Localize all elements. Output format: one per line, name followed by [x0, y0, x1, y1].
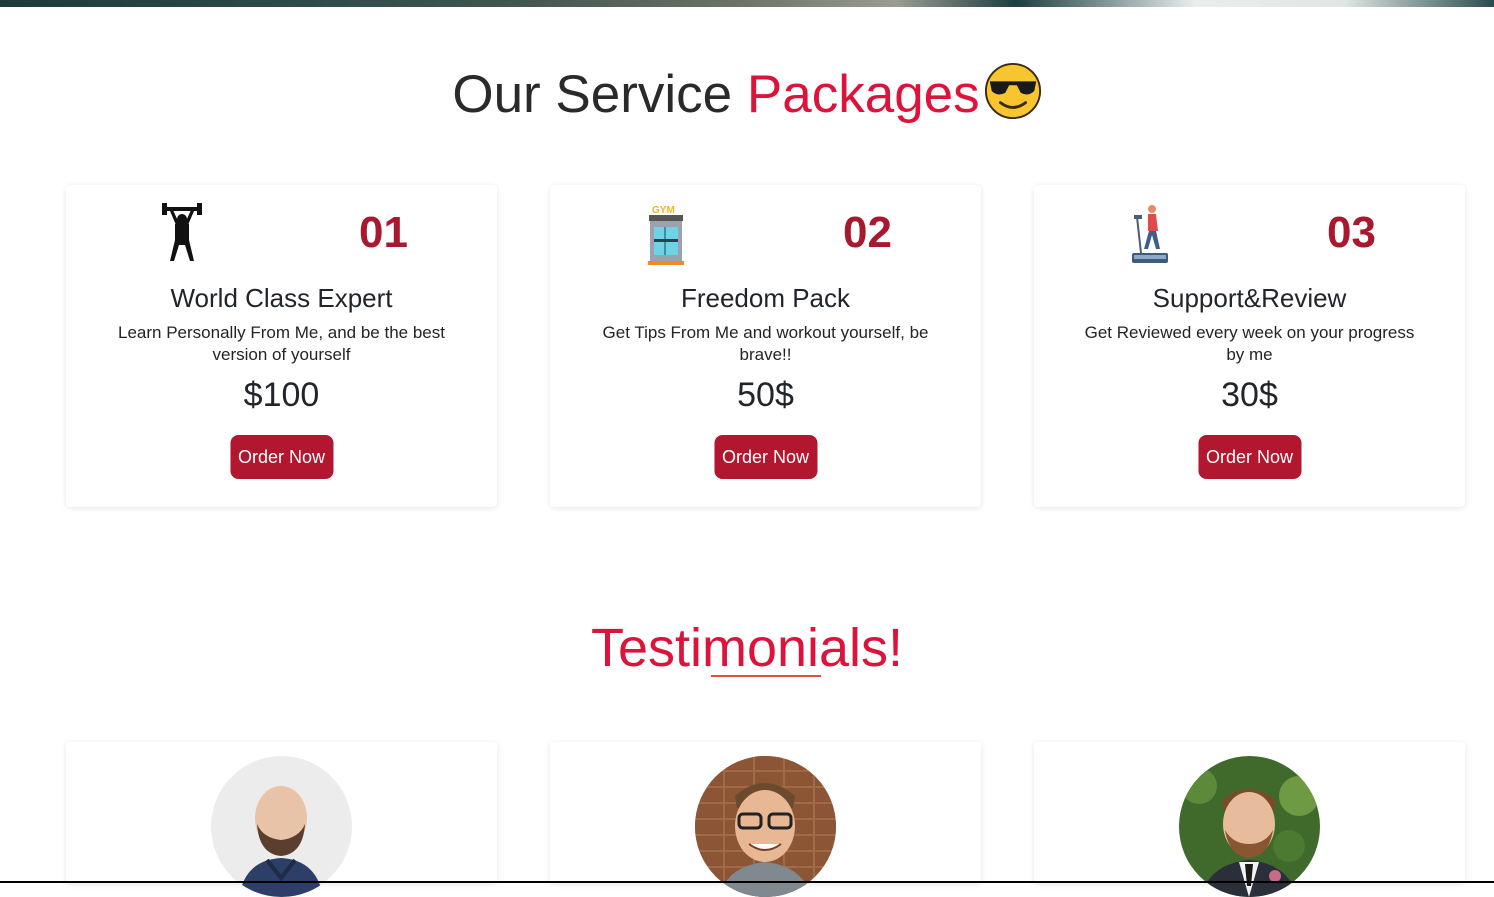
package-number: 02 [843, 208, 892, 257]
testimonials-title-underline [711, 675, 821, 677]
package-price: $100 [243, 376, 320, 414]
order-now-button[interactable]: Order Now [713, 435, 818, 479]
package-price: 50$ [737, 376, 794, 414]
man-with-glasses-avatar [695, 756, 836, 897]
gym-building-icon: GYM [648, 205, 684, 265]
smiling-face-with-sunglasses-icon [984, 62, 1041, 120]
package-description: Get Reviewed every week on your progress… [1084, 323, 1415, 364]
package-name: Freedom Pack [680, 283, 851, 313]
svg-text:GYM: GYM [652, 205, 675, 216]
weightlifter-icon [162, 203, 202, 261]
package-card-1: 01 World Class Expert Learn Personally F… [66, 185, 497, 507]
packages-title-main: Our Service [452, 65, 733, 124]
package-card-3: 03 Support&Review Get Reviewed every wee… [1034, 185, 1465, 507]
testimonials-title: Testimonials! [590, 618, 904, 678]
testimonial-card-1 [66, 742, 497, 897]
packages-section-title: Our Service Packages [0, 62, 1494, 127]
package-card-2: GYM 02 Freedom Pack Get Tips From Me and… [550, 185, 981, 507]
testimonial-card-3 [1034, 742, 1465, 897]
treadmill-runner-icon [1132, 205, 1168, 263]
order-now-button[interactable]: Order Now [1197, 435, 1302, 479]
packages-title-accent: Packages [746, 65, 980, 124]
package-name: World Class Expert [170, 283, 393, 313]
package-number: 01 [359, 208, 408, 257]
hero-image-bottom-edge [0, 0, 1494, 7]
man-in-suit-avatar [1179, 756, 1320, 897]
testimonial-card-2 [550, 742, 981, 897]
package-price: 30$ [1221, 376, 1278, 414]
package-description: Get Tips From Me and workout yourself, b… [602, 323, 929, 364]
bald-bearded-man-avatar [211, 756, 352, 897]
package-name: Support&Review [1152, 283, 1347, 313]
package-description: Learn Personally From Me, and be the bes… [118, 323, 445, 364]
package-number: 03 [1327, 208, 1376, 257]
order-now-button[interactable]: Order Now [229, 435, 334, 479]
